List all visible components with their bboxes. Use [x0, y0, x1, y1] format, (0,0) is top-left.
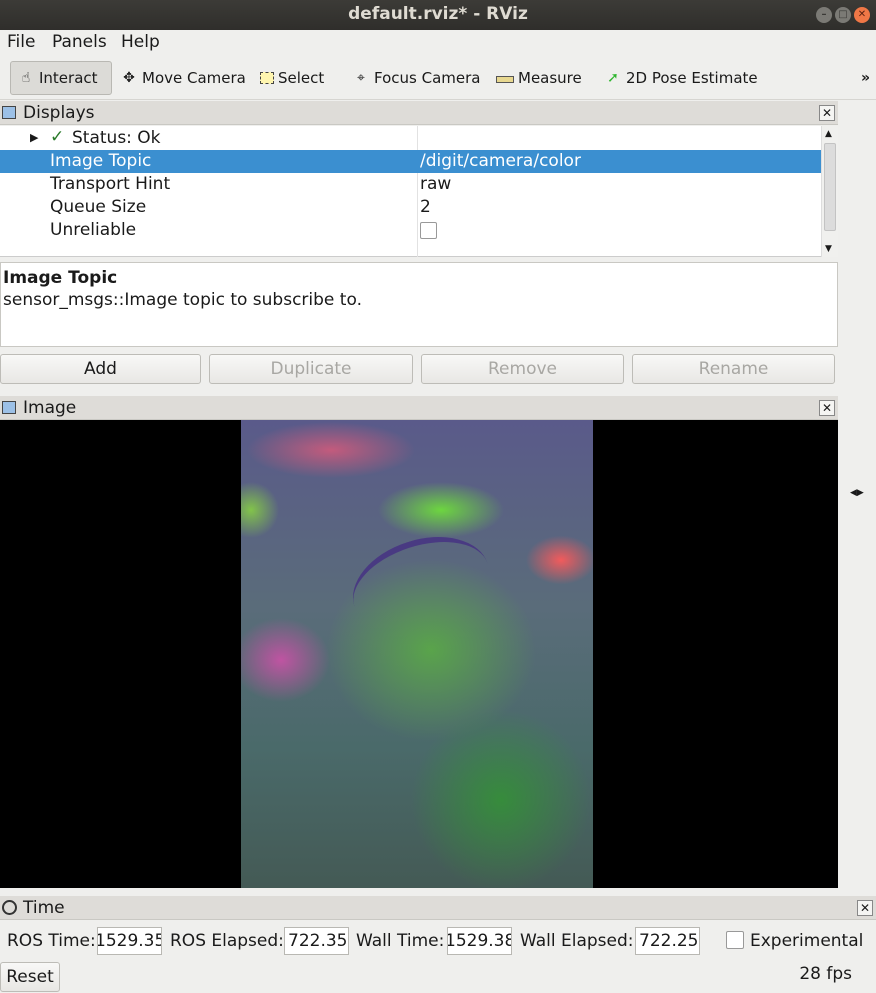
- toolbar-overflow-button[interactable]: »: [861, 70, 870, 86]
- green-arrow-icon: ➚: [607, 70, 619, 86]
- status-row[interactable]: ▶ ✓ Status: Ok: [0, 127, 821, 150]
- move-icon: ✥: [123, 70, 135, 86]
- image-panel-header: Image ✕: [0, 396, 838, 420]
- status-label: Status: Ok: [72, 128, 161, 148]
- displays-close-button[interactable]: ✕: [819, 105, 835, 121]
- time-panel-header: Time ✕: [0, 896, 876, 920]
- maximize-button[interactable]: □: [835, 7, 851, 23]
- image-view[interactable]: [0, 420, 838, 888]
- pose-estimate-label: 2D Pose Estimate: [626, 69, 758, 87]
- property-value[interactable]: /digit/camera/color: [420, 151, 581, 171]
- description-text: sensor_msgs::Image topic to subscribe to…: [3, 290, 362, 310]
- side-dock-strip: ◀▶: [838, 100, 876, 895]
- displays-title: Displays: [23, 103, 95, 123]
- property-key: Image Topic: [50, 151, 152, 171]
- monitor-icon: [2, 106, 16, 119]
- focus-camera-label: Focus Camera: [374, 69, 481, 87]
- experimental-checkbox[interactable]: [726, 931, 744, 949]
- rename-button[interactable]: Rename: [632, 354, 835, 384]
- property-key: Unreliable: [50, 220, 137, 240]
- expand-arrow-icon[interactable]: ▶: [30, 131, 38, 144]
- display-property-tree: ▶ ✓ Status: Ok Image Topic /digit/camera…: [0, 126, 838, 257]
- select-tool[interactable]: Select: [254, 61, 330, 95]
- minimize-button[interactable]: –: [816, 7, 832, 23]
- window-title: default.rviz* - RViz: [348, 4, 528, 24]
- ros-elapsed-label: ROS Elapsed:: [170, 931, 284, 951]
- property-row-unreliable[interactable]: Unreliable: [0, 219, 821, 242]
- experimental-label: Experimental: [750, 931, 864, 951]
- pose-estimate-tool[interactable]: ➚ 2D Pose Estimate: [598, 61, 764, 95]
- ros-time-field[interactable]: 1529.35: [97, 927, 162, 955]
- scroll-up-icon[interactable]: ▲: [825, 129, 832, 139]
- image-arc-shape: [340, 520, 502, 650]
- measure-label: Measure: [518, 69, 582, 87]
- clock-icon: [2, 900, 17, 915]
- remove-button[interactable]: Remove: [421, 354, 624, 384]
- menu-panels[interactable]: Panels: [52, 32, 107, 52]
- camera-image: [241, 420, 593, 888]
- property-value[interactable]: 2: [420, 197, 431, 217]
- menu-bar: File Panels Help: [0, 30, 876, 56]
- ros-time-label: ROS Time:: [7, 931, 96, 951]
- move-camera-tool[interactable]: ✥ Move Camera: [114, 61, 252, 95]
- property-row-image-topic[interactable]: Image Topic /digit/camera/color: [0, 150, 821, 173]
- checkmark-icon: ✓: [50, 127, 65, 147]
- time-title: Time: [23, 898, 65, 918]
- wall-time-label: Wall Time:: [356, 931, 445, 951]
- toolbar: ☝ Interact ✥ Move Camera Select ⌖ Focus …: [0, 56, 876, 100]
- collapse-left-icon[interactable]: ◀▶: [850, 488, 864, 498]
- image-close-button[interactable]: ✕: [819, 400, 835, 416]
- interact-tool[interactable]: ☝ Interact: [10, 61, 112, 95]
- property-value[interactable]: raw: [420, 174, 451, 194]
- property-key: Transport Hint: [50, 174, 171, 194]
- focus-camera-tool[interactable]: ⌖ Focus Camera: [346, 61, 486, 95]
- wall-time-field[interactable]: 1529.38: [447, 927, 512, 955]
- hand-icon: ☝: [21, 70, 31, 86]
- window-titlebar: default.rviz* - RViz – □ ✕: [0, 0, 876, 30]
- time-close-button[interactable]: ✕: [857, 900, 873, 916]
- close-button[interactable]: ✕: [854, 7, 870, 23]
- scroll-down-icon[interactable]: ▼: [825, 244, 832, 254]
- fps-readout: 28 fps: [799, 964, 852, 984]
- ros-elapsed-field[interactable]: 722.35: [284, 927, 349, 955]
- ruler-icon: [496, 75, 514, 83]
- property-key: Queue Size: [50, 197, 147, 217]
- select-box-icon: [260, 72, 274, 84]
- wall-elapsed-label: Wall Elapsed:: [520, 931, 634, 951]
- image-panel-title: Image: [23, 398, 77, 418]
- select-label: Select: [278, 69, 325, 87]
- displays-panel-header: Displays ✕: [0, 101, 838, 125]
- duplicate-button[interactable]: Duplicate: [209, 354, 413, 384]
- measure-tool[interactable]: Measure: [490, 61, 588, 95]
- tree-scrollbar[interactable]: ▲ ▼: [821, 126, 838, 257]
- image-icon: [2, 401, 16, 414]
- menu-help[interactable]: Help: [121, 32, 160, 52]
- move-camera-label: Move Camera: [142, 69, 246, 87]
- wall-elapsed-field[interactable]: 722.25: [635, 927, 700, 955]
- reset-button[interactable]: Reset: [0, 962, 60, 992]
- interact-label: Interact: [39, 69, 98, 87]
- property-description: Image Topic sensor_msgs::Image topic to …: [0, 262, 838, 347]
- description-title: Image Topic: [3, 268, 118, 288]
- property-row-queue-size[interactable]: Queue Size 2: [0, 196, 821, 219]
- crosshair-icon: ⌖: [357, 70, 365, 86]
- add-button[interactable]: Add: [0, 354, 201, 384]
- scrollbar-thumb[interactable]: [824, 143, 836, 231]
- property-row-transport-hint[interactable]: Transport Hint raw: [0, 173, 821, 196]
- unreliable-checkbox[interactable]: [420, 222, 437, 239]
- menu-file[interactable]: File: [7, 32, 35, 52]
